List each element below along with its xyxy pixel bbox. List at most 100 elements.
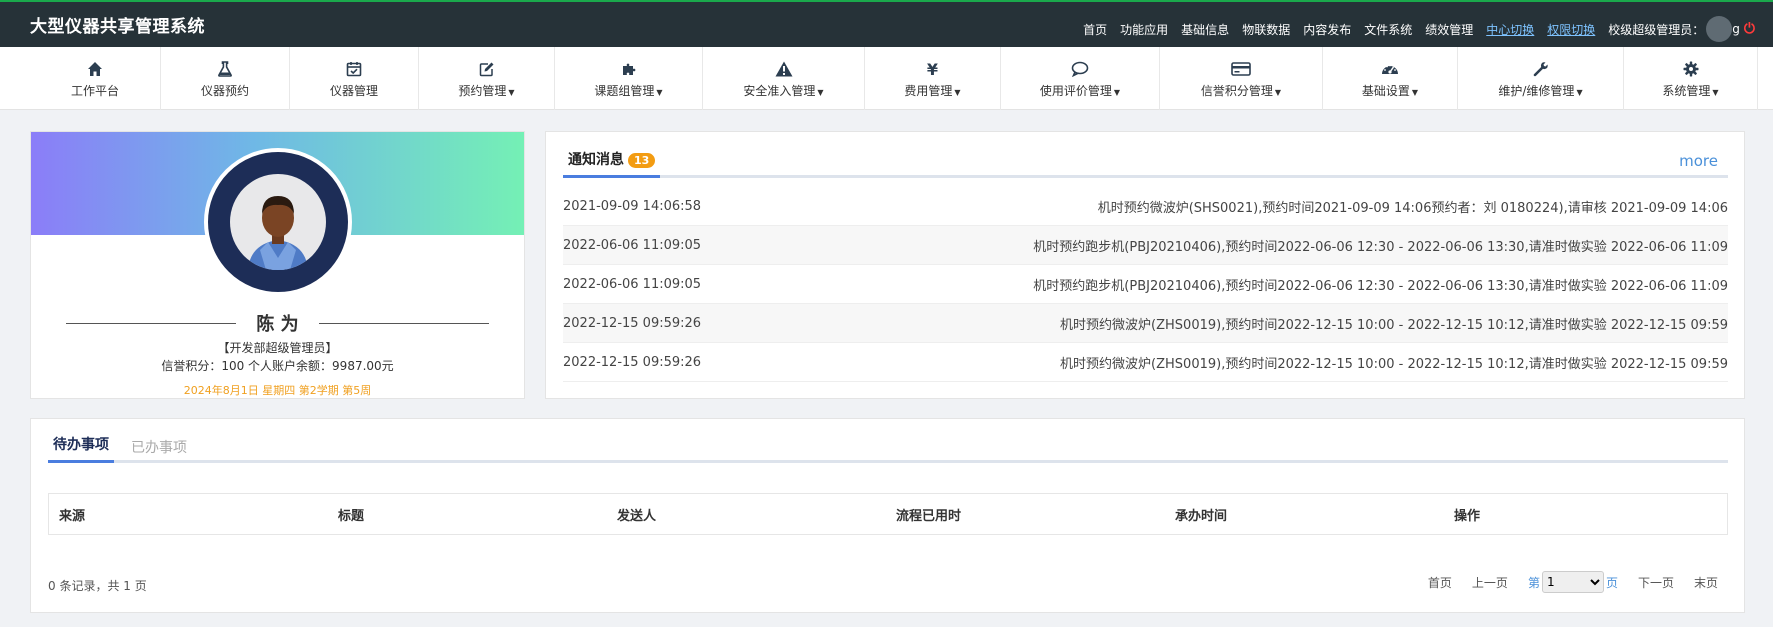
comment-icon bbox=[1069, 58, 1091, 80]
menu-label: 基础设置 ▼ bbox=[1361, 84, 1419, 98]
pagination: 首页 上一页 第 1 页 下一页 末页 bbox=[1408, 571, 1718, 593]
notice-time: 2021-09-09 14:06:58 bbox=[563, 198, 702, 214]
notice-time: 2022-06-06 11:09:05 bbox=[563, 237, 702, 253]
menu-usage-evaluation[interactable]: 使用评价管理 ▼ bbox=[1001, 47, 1160, 110]
page-select[interactable]: 1 bbox=[1541, 571, 1604, 593]
top-nav-performance[interactable]: 绩效管理 bbox=[1425, 21, 1473, 38]
notice-row[interactable]: 2022-06-06 11:09:05 机时预约跑步机(PBJ20210406)… bbox=[563, 226, 1728, 265]
menu-maintenance[interactable]: 维护/维修管理 ▼ bbox=[1458, 47, 1624, 110]
flask-icon bbox=[214, 58, 236, 80]
notice-time: 2022-12-15 09:59:26 bbox=[563, 315, 702, 331]
tab-pending[interactable]: 待办事项 bbox=[48, 434, 114, 463]
profile-role: 【开发部超级管理员】 bbox=[217, 341, 338, 355]
notice-row[interactable]: 2021-09-09 14:06:58 机时预约微波炉(SHS0021),预约时… bbox=[563, 187, 1728, 226]
cog-icon bbox=[1680, 58, 1702, 80]
todo-panel: 待办事项 已办事项 来源 标题 发送人 流程已用时 承办时间 操作 0 条记录，… bbox=[30, 418, 1745, 613]
menu-workbench[interactable]: 工作平台 bbox=[30, 47, 161, 110]
notice-row[interactable]: 2022-06-06 11:09:05 机时预约跑步机(PBJ20210406)… bbox=[563, 265, 1728, 304]
notice-row[interactable]: 2022-12-15 09:59:26 机时预约微波炉(ZHS0019),预约时… bbox=[563, 304, 1728, 343]
menu-label: 系统管理 ▼ bbox=[1662, 84, 1719, 98]
caret-down-icon: ▼ bbox=[1411, 88, 1419, 97]
caret-down-icon: ▼ bbox=[1113, 88, 1121, 97]
caret-down-icon: ▼ bbox=[1274, 88, 1282, 97]
profile-name-row: 陈 为 bbox=[31, 310, 524, 336]
more-link[interactable]: more bbox=[1679, 152, 1718, 170]
yen-icon: ¥ bbox=[926, 59, 939, 79]
next-page-link[interactable]: 下一页 bbox=[1638, 574, 1674, 591]
dashboard-icon bbox=[1379, 58, 1401, 80]
user-role-label: 校级超级管理员： bbox=[1608, 22, 1705, 37]
notice-time: 2022-06-06 11:09:05 bbox=[563, 276, 702, 292]
caret-down-icon: ▼ bbox=[1576, 88, 1583, 97]
main-menu: 工作平台 仪器预约 仪器管理 预约管理 ▼ 课题组管理 ▼ 安全准入管理 ▼ ¥ 费用… bbox=[0, 47, 1773, 110]
menu-instrument-management[interactable]: 仪器管理 bbox=[290, 47, 419, 110]
last-page-link[interactable]: 末页 bbox=[1694, 574, 1718, 591]
profile-name: 陈 为 bbox=[256, 314, 299, 335]
wrench-icon bbox=[1530, 58, 1552, 80]
menu-booking-management[interactable]: 预约管理 ▼ bbox=[419, 47, 555, 110]
menu-label: 仪器管理 bbox=[329, 84, 378, 98]
notice-row[interactable]: 2022-12-15 09:59:26 机时预约微波炉(ZHS0019),预约时… bbox=[563, 343, 1728, 382]
first-page-link[interactable]: 首页 bbox=[1428, 574, 1452, 591]
menu-label: 预约管理 ▼ bbox=[458, 84, 515, 98]
top-nav-home[interactable]: 首页 bbox=[1083, 21, 1107, 38]
column-header: 来源 bbox=[59, 508, 86, 524]
top-nav-functions[interactable]: 功能应用 bbox=[1120, 21, 1168, 38]
menu-label: 维护/维修管理 ▼ bbox=[1498, 84, 1583, 98]
app-title: 大型仪器共享管理系统 bbox=[30, 17, 205, 37]
divider bbox=[66, 322, 237, 324]
caret-down-icon: ▼ bbox=[817, 88, 824, 97]
notice-title: 通知消息 13 bbox=[563, 149, 661, 178]
menu-fee-management[interactable]: ¥ 费用管理 ▼ bbox=[865, 47, 1001, 110]
user-avatar[interactable] bbox=[1706, 16, 1733, 42]
column-header: 发送人 bbox=[617, 508, 657, 524]
top-nav-basic-info[interactable]: 基础信息 bbox=[1181, 21, 1229, 38]
caret-down-icon: ▼ bbox=[1712, 88, 1719, 97]
top-nav-iot-data[interactable]: 物联数据 bbox=[1242, 21, 1290, 38]
notice-message: 机时预约跑步机(PBJ20210406),预约时间2022-06-06 12:3… bbox=[1033, 239, 1728, 255]
tab-done[interactable]: 已办事项 bbox=[126, 437, 192, 463]
notice-message: 机时预约跑步机(PBJ20210406),预约时间2022-06-06 12:3… bbox=[1033, 278, 1728, 294]
notice-message: 机时预约微波炉(SHS0021),预约时间2021-09-09 14:06预约者… bbox=[1097, 200, 1728, 216]
profile-credit-balance: 信誉积分：100 个人账户余额：9987.00元 bbox=[161, 359, 394, 373]
power-icon[interactable]: ⏻ bbox=[1744, 21, 1755, 37]
todo-tabs: 待办事项 已办事项 bbox=[48, 433, 1728, 463]
menu-research-group[interactable]: 课题组管理 ▼ bbox=[555, 47, 703, 110]
notice-count-badge: 13 bbox=[628, 153, 656, 168]
prev-page-link[interactable]: 上一页 bbox=[1472, 574, 1508, 591]
caret-down-icon: ▼ bbox=[508, 88, 515, 97]
top-nav-files[interactable]: 文件系统 bbox=[1364, 21, 1412, 38]
notice-time: 2022-12-15 09:59:26 bbox=[563, 354, 702, 370]
center-switch-link[interactable]: 中心切换 bbox=[1486, 21, 1534, 38]
menu-credit-points[interactable]: 信誉积分管理 ▼ bbox=[1160, 47, 1323, 110]
todo-table-header: 来源 标题 发送人 流程已用时 承办时间 操作 bbox=[48, 493, 1728, 535]
permission-switch-link[interactable]: 权限切换 bbox=[1547, 21, 1595, 38]
notice-message: 机时预约微波炉(ZHS0019),预约时间2022-12-15 10:00 - … bbox=[1060, 317, 1728, 333]
profile-avatar bbox=[204, 148, 352, 296]
menu-label: 工作平台 bbox=[70, 84, 119, 98]
edit-icon bbox=[476, 58, 498, 80]
top-nav: 首页 功能应用 基础信息 物联数据 内容发布 文件系统 绩效管理 中心切换 权限… bbox=[1070, 16, 1755, 42]
notice-message: 机时预约微波炉(ZHS0019),预约时间2022-12-15 10:00 - … bbox=[1060, 356, 1728, 372]
top-bar: 大型仪器共享管理系统 首页 功能应用 基础信息 物联数据 内容发布 文件系统 绩… bbox=[0, 0, 1773, 47]
menu-label: 安全准入管理 ▼ bbox=[743, 84, 824, 98]
user-name-suffix: g bbox=[1732, 22, 1740, 36]
column-header: 承办时间 bbox=[1175, 508, 1228, 524]
caret-down-icon: ▼ bbox=[656, 88, 663, 97]
column-header: 操作 bbox=[1454, 508, 1481, 524]
menu-system-management[interactable]: 系统管理 ▼ bbox=[1624, 47, 1758, 110]
page-prefix: 第 bbox=[1527, 575, 1540, 590]
profile-card: 陈 为 【开发部超级管理员】 信誉积分：100 个人账户余额：9987.00元 … bbox=[30, 131, 525, 399]
menu-label: 仪器预约 bbox=[200, 84, 249, 98]
caret-down-icon: ▼ bbox=[954, 88, 961, 97]
notice-panel: 通知消息 13 more 2021-09-09 14:06:58 机时预约微波炉(… bbox=[545, 131, 1745, 399]
menu-label: 信誉积分管理 ▼ bbox=[1200, 84, 1282, 98]
menu-safety-access[interactable]: 安全准入管理 ▼ bbox=[703, 47, 865, 110]
menu-label: 课题组管理 ▼ bbox=[594, 84, 663, 98]
calendar-check-icon bbox=[343, 58, 365, 80]
menu-instrument-booking[interactable]: 仪器预约 bbox=[161, 47, 290, 110]
puzzle-icon bbox=[618, 58, 640, 80]
top-nav-content[interactable]: 内容发布 bbox=[1303, 21, 1351, 38]
column-header: 标题 bbox=[338, 508, 365, 524]
menu-basic-settings[interactable]: 基础设置 ▼ bbox=[1323, 47, 1458, 110]
